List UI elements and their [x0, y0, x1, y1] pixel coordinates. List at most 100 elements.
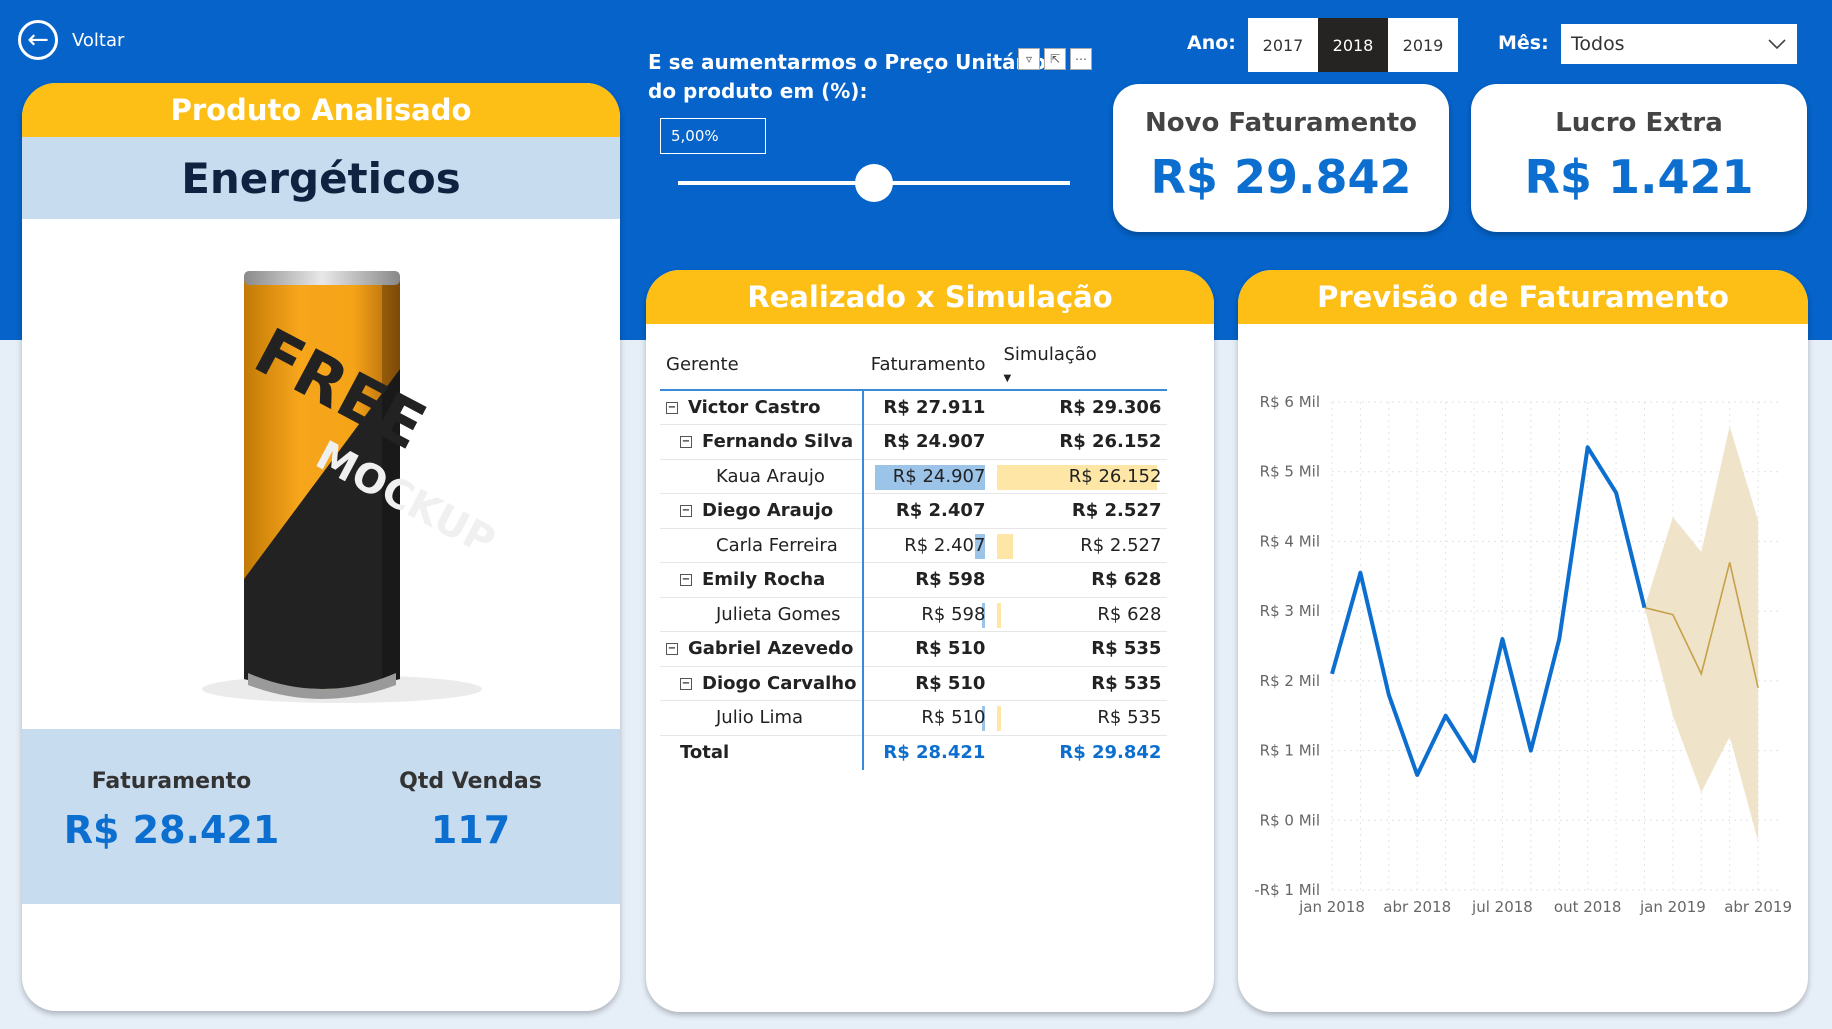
lucro-extra-value: R$ 1.421 [1524, 150, 1754, 204]
collapse-icon[interactable]: − [666, 402, 678, 414]
faturamento-value: R$ 598 [921, 603, 986, 625]
y-tick-label: -R$ 1 Mil [1254, 881, 1320, 899]
row-faturamento-cell: R$ 510 [863, 700, 992, 736]
y-tick-label: R$ 5 Mil [1260, 463, 1320, 481]
row-name: Emily Rocha [702, 569, 826, 591]
row-gerente-cell: − Gabriel Azevedo [660, 631, 865, 667]
row-simulacao-cell: R$ 535 [991, 631, 1168, 667]
filter-icon[interactable]: ▿ [1018, 48, 1040, 70]
row-gerente-cell: − Emily Rocha [660, 562, 865, 598]
forecast-line-chart: -R$ 1 Mil R$ 0 Mil R$ 1 Mil R$ 2 Mil R$ 3 Mi… [1254, 393, 1792, 916]
table-row[interactable]: − Emily Rocha R$ 598 R$ 628 [660, 562, 1168, 598]
simulacao-databar [997, 533, 1013, 559]
collapse-icon[interactable]: − [680, 677, 692, 690]
table-row[interactable]: − Victor Castro R$ 27.911 R$ 29.306 [660, 390, 1168, 425]
faturamento-value: R$ 27.911 [883, 397, 986, 418]
faturamento-value: R$ 2.407 [895, 500, 986, 522]
row-faturamento-cell: R$ 598 [863, 562, 992, 598]
collapse-icon[interactable]: − [680, 574, 692, 587]
row-name: Kaua Araujo [716, 465, 825, 487]
row-name: Diogo Carvalho [702, 672, 857, 694]
table-row[interactable]: Kaua Araujo R$ 24.907 R$ 26.152 [660, 459, 1168, 494]
y-tick-label: R$ 3 Mil [1260, 602, 1320, 620]
total-simulacao: R$ 29.842 [1059, 742, 1162, 763]
row-name: Fernando Silva [702, 431, 854, 453]
simulacao-value: R$ 26.152 [1068, 465, 1162, 487]
row-gerente-cell: − Diego Araujo [660, 493, 865, 529]
row-gerente-cell: − Victor Castro [660, 390, 865, 425]
row-name: Diego Araujo [702, 500, 834, 522]
row-name: Julieta Gomes [716, 603, 841, 625]
collapse-icon[interactable]: − [680, 505, 692, 518]
simulacao-value: R$ 26.152 [1059, 431, 1162, 453]
row-faturamento-cell: R$ 2.407 [863, 493, 992, 529]
forecast-confidence-band [1644, 426, 1759, 842]
simulacao-databar [997, 602, 1002, 628]
month-dropdown[interactable]: Todos [1561, 24, 1797, 64]
total-label: Total [660, 735, 865, 770]
table-row[interactable]: − Fernando Silva R$ 24.907 R$ 26.152 [660, 424, 1168, 460]
table-row[interactable]: Julio Lima R$ 510 R$ 535 [660, 700, 1168, 736]
product-card: Produto Analisado Energéticos FREE MOCKU… [22, 83, 620, 1011]
row-gerente-cell: Julieta Gomes [660, 597, 865, 632]
back-button[interactable]: ← Voltar [18, 20, 124, 60]
qtd-vendas-value: 117 [430, 808, 511, 852]
simulacao-value: R$ 2.527 [1071, 500, 1162, 522]
row-simulacao-cell: R$ 29.306 [991, 390, 1168, 425]
month-dropdown-value: Todos [1571, 33, 1625, 55]
row-simulacao-cell: R$ 26.152 [991, 424, 1168, 460]
row-faturamento-cell: R$ 2.407 [863, 528, 992, 563]
row-simulacao-cell: R$ 26.152 [991, 459, 1168, 494]
faturamento-value: R$ 2.407 [904, 534, 986, 556]
row-simulacao-cell: R$ 535 [991, 666, 1168, 701]
collapse-icon[interactable]: − [666, 643, 678, 656]
table-row[interactable]: − Gabriel Azevedo R$ 510 R$ 535 [660, 631, 1168, 667]
more-options-icon[interactable]: ⋯ [1070, 48, 1092, 70]
row-faturamento-cell: R$ 24.907 [863, 459, 992, 494]
table-row[interactable]: Julieta Gomes R$ 598 R$ 628 [660, 597, 1168, 632]
y-tick-label: R$ 0 Mil [1260, 811, 1320, 829]
row-simulacao-cell: R$ 535 [991, 700, 1168, 736]
row-gerente-cell: − Diogo Carvalho [660, 666, 865, 701]
matrix-table: Gerente Faturamento Simulação ▼ − Victor … [660, 340, 1168, 770]
faturamento-label: Faturamento [91, 769, 252, 794]
simulacao-value: R$ 535 [1097, 707, 1162, 729]
table-row[interactable]: − Diogo Carvalho R$ 510 R$ 535 [660, 666, 1168, 701]
focus-mode-icon[interactable]: ⇱ [1044, 48, 1066, 70]
whatif-question: E se aumentarmos o Preço Unitário do pro… [648, 50, 1046, 103]
collapse-icon[interactable]: − [680, 436, 692, 449]
y-tick-label: R$ 2 Mil [1260, 672, 1320, 690]
x-tick-label: jul 2018 [1471, 898, 1533, 916]
row-name: Gabriel Azevedo [688, 638, 854, 660]
qtd-vendas-label: Qtd Vendas [399, 769, 542, 794]
year-option-2019[interactable]: 2019 [1388, 18, 1458, 72]
year-option-2017[interactable]: 2017 [1248, 18, 1318, 72]
simulacao-value: R$ 535 [1091, 638, 1162, 660]
col-header-gerente[interactable]: Gerente [660, 340, 864, 391]
chevron-down-icon [1768, 39, 1786, 50]
x-tick-label: out 2018 [1554, 898, 1622, 916]
y-tick-label: R$ 6 Mil [1260, 393, 1320, 411]
table-row[interactable]: − Diego Araujo R$ 2.407 R$ 2.527 [660, 493, 1168, 529]
row-simulacao-cell: R$ 2.527 [991, 528, 1168, 563]
row-name: Julio Lima [716, 707, 804, 729]
simulacao-value: R$ 29.306 [1059, 397, 1162, 418]
simulacao-value: R$ 535 [1091, 672, 1162, 694]
whatif-value-input[interactable]: 5,00% [660, 118, 766, 154]
col-header-faturamento[interactable]: Faturamento [863, 340, 992, 391]
row-gerente-cell: Julio Lima [660, 700, 865, 736]
faturamento-value: R$ 24.907 [892, 465, 986, 487]
lucro-extra-card: Lucro Extra R$ 1.421 [1471, 84, 1807, 232]
ano-label: Ano: [1187, 32, 1236, 54]
row-name: Victor Castro [688, 397, 821, 418]
faturamento-value: R$ 28.421 [63, 808, 280, 852]
whatif-slider-handle[interactable] [855, 164, 893, 202]
year-slicer: 2017 2018 2019 [1248, 18, 1458, 72]
table-row[interactable]: Carla Ferreira R$ 2.407 R$ 2.527 [660, 528, 1168, 563]
col-header-simulacao[interactable]: Simulação ▼ [991, 340, 1168, 391]
x-tick-label: abr 2019 [1724, 898, 1792, 916]
novo-faturamento-card: Novo Faturamento R$ 29.842 [1113, 84, 1449, 232]
x-tick-label: jan 2019 [1639, 898, 1706, 916]
simulacao-value: R$ 628 [1091, 569, 1162, 591]
year-option-2018[interactable]: 2018 [1318, 18, 1388, 72]
